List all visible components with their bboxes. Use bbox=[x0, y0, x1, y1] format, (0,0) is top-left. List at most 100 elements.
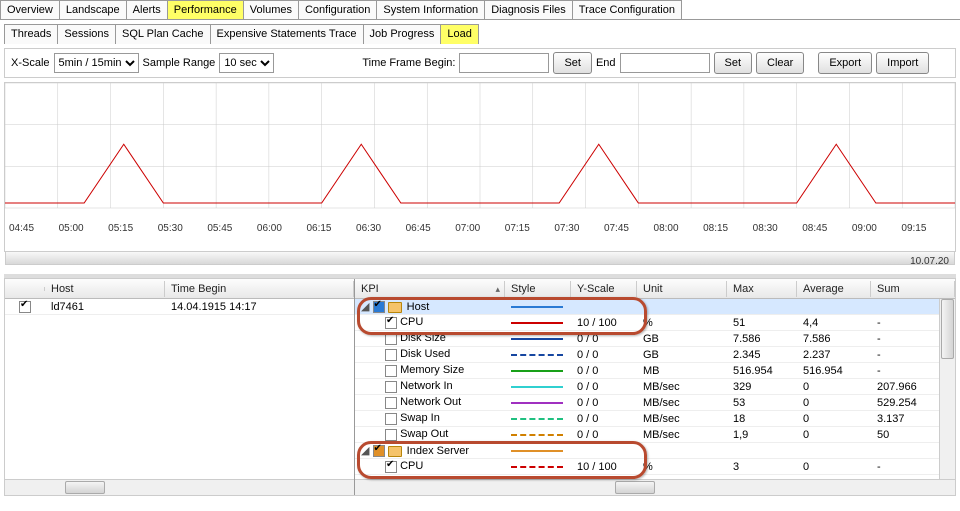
kpi-row[interactable]: Memory Size 0 / 0 MB 516.954 516.954 - bbox=[355, 363, 955, 379]
timeframe-end-input[interactable] bbox=[620, 53, 710, 73]
kpi-yscale: 10 / 100 bbox=[571, 461, 637, 473]
kpi-checkbox[interactable] bbox=[385, 349, 397, 361]
kpi-label: CPU bbox=[400, 316, 423, 328]
tab-trace-configuration[interactable]: Trace Configuration bbox=[572, 0, 682, 19]
kpi-label: Swap Out bbox=[400, 428, 448, 440]
subtab-expensive-statements-trace[interactable]: Expensive Statements Trace bbox=[210, 24, 364, 44]
kpi-checkbox[interactable] bbox=[373, 301, 385, 313]
tab-configuration[interactable]: Configuration bbox=[298, 0, 377, 19]
kpi-row[interactable]: Network Out 0 / 0 MB/sec 53 0 529.254 bbox=[355, 395, 955, 411]
kpi-row[interactable]: Disk Size 0 / 0 GB 7.586 7.586 - bbox=[355, 331, 955, 347]
kpi-row[interactable]: Network In 0 / 0 MB/sec 329 0 207.966 bbox=[355, 379, 955, 395]
col-kpi[interactable]: KPI▴ bbox=[355, 281, 505, 297]
kpi-yscale: 0 / 0 bbox=[571, 333, 637, 345]
kpi-yscale: 0 / 0 bbox=[571, 381, 637, 393]
right-vertical-scrollbar[interactable] bbox=[939, 299, 955, 479]
kpi-avg: 0 bbox=[797, 429, 871, 441]
kpi-row[interactable]: Swap Out 0 / 0 MB/sec 1,9 0 50 bbox=[355, 427, 955, 443]
xscale-label: X-Scale bbox=[11, 57, 50, 69]
timeframe-begin-input[interactable] bbox=[459, 53, 549, 73]
tree-collapse-icon[interactable]: ◢ bbox=[361, 445, 369, 457]
kpi-row[interactable]: ◢ Host bbox=[355, 299, 955, 315]
set-end-button[interactable]: Set bbox=[714, 52, 753, 74]
col-checkbox[interactable] bbox=[5, 287, 45, 291]
kpi-checkbox[interactable] bbox=[385, 429, 397, 441]
kpi-row[interactable]: Swap In 0 / 0 MB/sec 18 0 3.137 bbox=[355, 411, 955, 427]
x-tick: 05:00 bbox=[59, 223, 109, 234]
kpi-row[interactable]: CPU 10 / 100 % 3 0 - bbox=[355, 459, 955, 475]
col-style[interactable]: Style bbox=[505, 281, 571, 297]
tab-system-information[interactable]: System Information bbox=[376, 0, 485, 19]
col-max[interactable]: Max bbox=[727, 281, 797, 297]
col-host[interactable]: Host bbox=[45, 281, 165, 297]
x-tick: 09:15 bbox=[901, 223, 951, 234]
kpi-checkbox[interactable] bbox=[373, 445, 385, 457]
kpi-yscale: 0 / 0 bbox=[571, 349, 637, 361]
tab-alerts[interactable]: Alerts bbox=[126, 0, 168, 19]
kpi-avg: 4,4 bbox=[797, 317, 871, 329]
x-tick: 05:30 bbox=[158, 223, 208, 234]
kpi-checkbox[interactable] bbox=[385, 365, 397, 377]
chart-horizontal-scrollbar[interactable] bbox=[5, 251, 955, 265]
kpi-yscale: 0 / 0 bbox=[571, 413, 637, 425]
sample-range-label: Sample Range bbox=[143, 57, 216, 69]
kpi-row[interactable]: ◢ Index Server bbox=[355, 443, 955, 459]
subtab-threads[interactable]: Threads bbox=[4, 24, 58, 44]
x-tick: 08:45 bbox=[802, 223, 852, 234]
folder-icon bbox=[388, 446, 402, 457]
kpi-checkbox[interactable] bbox=[385, 333, 397, 345]
col-average[interactable]: Average bbox=[797, 281, 871, 297]
subtab-job-progress[interactable]: Job Progress bbox=[363, 24, 442, 44]
kpi-checkbox[interactable] bbox=[385, 413, 397, 425]
folder-icon bbox=[388, 302, 402, 313]
subtab-load[interactable]: Load bbox=[440, 24, 478, 44]
clear-button[interactable]: Clear bbox=[756, 52, 804, 74]
export-button[interactable]: Export bbox=[818, 52, 872, 74]
set-begin-button[interactable]: Set bbox=[553, 52, 592, 74]
subtab-sessions[interactable]: Sessions bbox=[57, 24, 116, 44]
left-horizontal-scrollbar[interactable] bbox=[5, 479, 354, 495]
tab-diagnosis-files[interactable]: Diagnosis Files bbox=[484, 0, 573, 19]
style-swatch bbox=[511, 434, 563, 436]
style-swatch bbox=[511, 306, 563, 308]
x-tick: 08:30 bbox=[753, 223, 803, 234]
import-button[interactable]: Import bbox=[876, 52, 929, 74]
kpi-row[interactable]: Disk Used 0 / 0 GB 2.345 2.237 - bbox=[355, 347, 955, 363]
kpi-checkbox[interactable] bbox=[385, 317, 397, 329]
kpi-unit: MB/sec bbox=[637, 413, 727, 425]
kpi-unit: MB/sec bbox=[637, 429, 727, 441]
kpi-yscale: 10 / 100 bbox=[571, 317, 637, 329]
kpi-unit: MB bbox=[637, 365, 727, 377]
tree-collapse-icon[interactable]: ◢ bbox=[361, 301, 369, 313]
kpi-checkbox[interactable] bbox=[385, 381, 397, 393]
kpi-checkbox[interactable] bbox=[385, 461, 397, 473]
tab-performance[interactable]: Performance bbox=[167, 0, 244, 19]
kpi-max: 3 bbox=[727, 461, 797, 473]
tab-overview[interactable]: Overview bbox=[0, 0, 60, 19]
tab-landscape[interactable]: Landscape bbox=[59, 0, 127, 19]
kpi-max: 7.586 bbox=[727, 333, 797, 345]
xscale-select[interactable]: 5min / 15min bbox=[54, 53, 139, 73]
tab-volumes[interactable]: Volumes bbox=[243, 0, 299, 19]
x-tick: 06:45 bbox=[406, 223, 456, 234]
host-row[interactable]: ld7461 14.04.1915 14:17 bbox=[5, 299, 354, 315]
kpi-max: 18 bbox=[727, 413, 797, 425]
host-checkbox[interactable] bbox=[19, 301, 31, 313]
kpi-checkbox[interactable] bbox=[385, 397, 397, 409]
kpi-avg: 0 bbox=[797, 381, 871, 393]
load-chart[interactable]: 04:4505:0005:1505:3005:4506:0006:1506:30… bbox=[4, 82, 956, 252]
subtab-sql-plan-cache[interactable]: SQL Plan Cache bbox=[115, 24, 211, 44]
sample-range-select[interactable]: 10 sec bbox=[219, 53, 274, 73]
kpi-max: 51 bbox=[727, 317, 797, 329]
right-horizontal-scrollbar[interactable] bbox=[355, 479, 955, 495]
col-yscale[interactable]: Y-Scale bbox=[571, 281, 637, 297]
col-unit[interactable]: Unit bbox=[637, 281, 727, 297]
kpi-avg: 0 bbox=[797, 413, 871, 425]
kpi-row[interactable]: CPU 10 / 100 % 51 4,4 - bbox=[355, 315, 955, 331]
col-sum[interactable]: Sum bbox=[871, 281, 955, 297]
x-tick: 08:15 bbox=[703, 223, 753, 234]
host-table: Host Time Begin ld7461 14.04.1915 14:17 bbox=[5, 279, 355, 495]
style-swatch bbox=[511, 450, 563, 452]
col-time-begin[interactable]: Time Begin bbox=[165, 281, 354, 297]
kpi-yscale: 0 / 0 bbox=[571, 429, 637, 441]
